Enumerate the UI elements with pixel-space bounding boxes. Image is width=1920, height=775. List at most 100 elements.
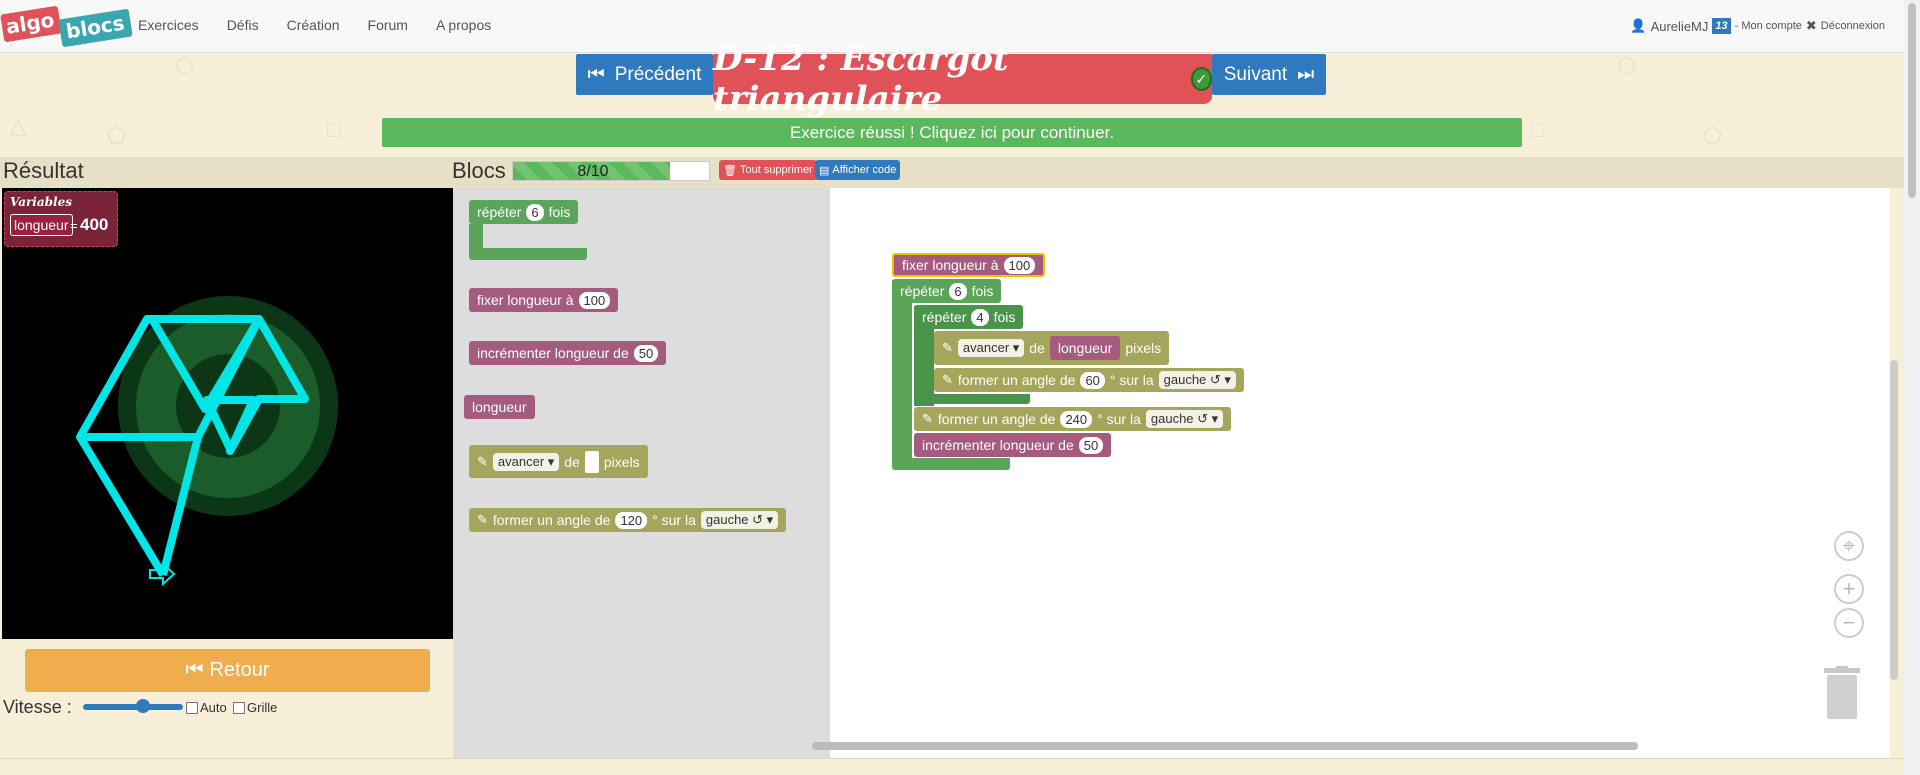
user-icon: 👤 [1630, 18, 1647, 33]
block-number-field[interactable]: 6 [526, 203, 544, 221]
block-text: répéter [477, 204, 522, 220]
skip-back-icon: ⏮ [587, 63, 605, 85]
success-banner[interactable]: Exercice réussi ! Cliquez ici pour conti… [382, 118, 1522, 147]
main-nav: Exercices Défis Création Forum A propos [138, 17, 519, 33]
program-outer-turn-block[interactable]: ✎ former un angle de 240 ° sur la gauche… [914, 407, 1232, 431]
logout-link[interactable]: Déconnexion [1821, 20, 1885, 32]
pencil-icon: ✎ [942, 340, 953, 355]
block-dropdown[interactable]: avancer ▾ [957, 339, 1025, 357]
block-dropdown[interactable]: gauche ↺ ▾ [1158, 371, 1236, 389]
block-text: former un angle de [492, 512, 611, 528]
block-number-field[interactable]: 240 [1060, 410, 1093, 428]
block-text: fois [993, 309, 1016, 325]
auto-checkbox-box[interactable] [186, 701, 198, 714]
block-number-field[interactable]: 50 [633, 344, 659, 362]
toolbox-turn-block[interactable]: ✎ former un angle de 120 ° sur la gauche… [469, 508, 787, 532]
page-scrollbar-thumb[interactable] [1908, 3, 1916, 198]
program-inner-turn-block[interactable]: ✎ former un angle de 60 ° sur la gauche … [934, 368, 1244, 392]
block-text: incrémenter longueur de [922, 437, 1074, 453]
trash-icon: 🗑 [723, 164, 737, 177]
empty-input-slot[interactable] [584, 450, 599, 473]
show-code-button[interactable]: ▤ Afficher code [815, 160, 901, 180]
result-title: Résultat [3, 158, 84, 183]
grid-checkbox[interactable]: Grille [233, 700, 277, 715]
speed-slider-knob[interactable] [136, 699, 150, 713]
program-set-variable-block[interactable]: fixer longueur à 100 [892, 253, 1046, 277]
block-number-field[interactable]: 100 [578, 291, 611, 309]
next-button[interactable]: Suivant ⏭ [1212, 54, 1326, 95]
block-text: pixels [1125, 340, 1162, 356]
nav-forum[interactable]: Forum [368, 17, 408, 33]
program-move-block[interactable]: ✎ avancer ▾ de longueur pixels [934, 331, 1170, 365]
next-label: Suivant [1223, 63, 1288, 85]
zoom-out-icon[interactable]: − [1834, 608, 1864, 638]
block-number-field[interactable]: 60 [1080, 371, 1105, 389]
previous-button[interactable]: ⏮ Précédent [576, 54, 713, 95]
block-number-field[interactable]: 6 [949, 282, 967, 300]
repeat-block-foot [469, 248, 587, 260]
pencil-icon: ✎ [922, 411, 933, 426]
speed-slider[interactable] [83, 699, 183, 713]
program-variable-block[interactable]: longueur [1049, 336, 1121, 360]
block-number-field[interactable]: 120 [615, 511, 648, 529]
program-outer-repeat-block[interactable]: répéter 6 fois [892, 279, 1002, 303]
block-text: former un angle de [937, 411, 1056, 427]
block-text: pixels [603, 453, 640, 470]
exercise-title-text: D-12 : Escargot triangulaire [713, 39, 1009, 119]
result-canvas [2, 188, 453, 639]
block-dropdown[interactable]: gauche ↺ ▾ [700, 511, 779, 529]
auto-checkbox[interactable]: Auto [186, 700, 227, 715]
workspace-horizontal-scrollbar[interactable] [812, 742, 1638, 750]
toolbox-repeat-block[interactable]: répéter 6 fois [469, 200, 579, 224]
check-icon: ✓ [1190, 67, 1212, 91]
workspace-vertical-scrollbar[interactable] [1890, 360, 1898, 680]
nav-defis[interactable]: Défis [227, 17, 259, 33]
inner-repeat-foot [914, 394, 1030, 404]
skip-forward-icon: ⏭ [1297, 63, 1315, 85]
block-text: fois [548, 204, 571, 220]
block-dropdown[interactable]: gauche ↺ ▾ [1145, 410, 1224, 428]
retour-label: Retour [209, 659, 270, 681]
nav-creation[interactable]: Création [287, 17, 340, 33]
decor-square-icon: □ [1531, 117, 1545, 142]
close-icon: ✖ [1805, 18, 1817, 33]
algoblocs-logo[interactable]: algo blocs [0, 5, 133, 48]
blocs-title: Blocs [452, 158, 506, 183]
account-area: 👤 AurelieMJ 13 - Mon compte ✖ Déconnexio… [1630, 18, 1885, 34]
zoom-in-icon[interactable]: + [1834, 574, 1864, 604]
outer-repeat-arm [892, 280, 912, 466]
footer-band [0, 758, 1904, 775]
trash-icon[interactable] [1822, 666, 1862, 720]
block-text: longueur [472, 399, 527, 415]
retour-button[interactable]: ⏮ Retour [25, 649, 430, 692]
grid-checkbox-box[interactable] [233, 701, 245, 714]
variables-heading: Variables [10, 195, 72, 209]
level-badge: 13 [1712, 18, 1731, 34]
decor-hexagon-icon: ⬡ [1617, 53, 1637, 78]
decor-pentagon-icon: ⬠ [107, 123, 127, 148]
code-icon: ▤ [819, 164, 830, 177]
nav-exercices[interactable]: Exercices [138, 17, 199, 33]
repeat-block-arm [469, 224, 483, 248]
turtle-drawing [76, 296, 338, 587]
block-number-field[interactable]: 50 [1078, 436, 1104, 454]
page-scrollbar[interactable] [1904, 0, 1920, 775]
pencil-icon: ✎ [477, 512, 488, 527]
username[interactable]: AurelieMJ [1651, 19, 1709, 34]
toolbox-variable-block[interactable]: longueur [464, 395, 535, 419]
block-number-field[interactable]: 4 [971, 308, 989, 326]
decor-hexagon-icon: ⬡ [175, 53, 195, 78]
progress-label: 8/10 [577, 163, 609, 180]
block-text: répéter [922, 309, 967, 325]
nav-apropos[interactable]: A propos [436, 17, 491, 33]
recenter-icon[interactable]: ⌖ [1834, 531, 1864, 561]
block-number-field[interactable]: 100 [1003, 256, 1036, 274]
toolbox-move-block[interactable]: ✎ avancer ▾ de pixels [469, 445, 648, 478]
toolbox-set-variable-block[interactable]: fixer longueur à 100 [469, 288, 619, 312]
toolbox-increment-block[interactable]: incrémenter longueur de 50 [469, 341, 667, 365]
program-inner-repeat-block[interactable]: répéter 4 fois [914, 305, 1024, 329]
account-link[interactable]: - Mon compte [1735, 20, 1802, 32]
block-dropdown[interactable]: avancer ▾ [492, 452, 560, 471]
program-increment-block[interactable]: incrémenter longueur de 50 [914, 433, 1112, 457]
delete-all-button[interactable]: 🗑 Tout supprimer [719, 160, 817, 180]
